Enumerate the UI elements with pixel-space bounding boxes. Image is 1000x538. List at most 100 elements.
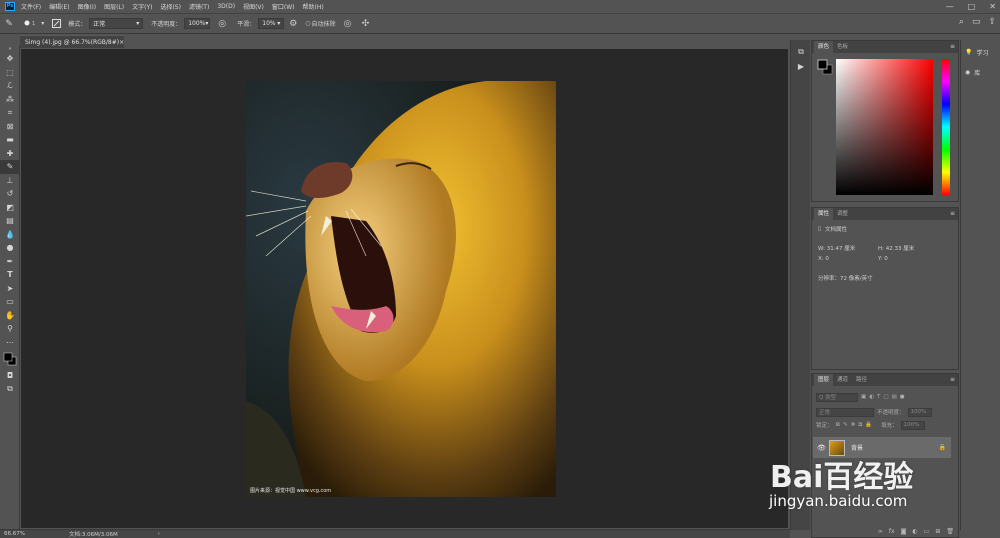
mode-select[interactable]: 正常 ▾ <box>89 18 144 29</box>
stamp-tool-icon[interactable]: ⊥ <box>0 174 20 188</box>
pressure-opacity-icon[interactable]: ◎ <box>216 18 228 30</box>
properties-panel-header: 属性 调整 ≡ <box>812 208 958 220</box>
libraries-panel-button[interactable]: ◉ 库 <box>965 68 980 77</box>
hand-tool-icon[interactable]: ✋ <box>0 309 20 323</box>
brush-panel-icon <box>51 19 61 28</box>
chevron-down-icon[interactable]: ▾ <box>41 20 44 27</box>
filter-shape-icon[interactable]: ▢ <box>883 394 888 400</box>
menu-edit[interactable]: 编辑(E) <box>49 2 69 11</box>
lock-pixels-icon[interactable]: ✎ <box>843 422 848 428</box>
lion-photo[interactable]: 图片来源：视觉中国 www.vcg.com <box>246 81 556 497</box>
close-tab-icon[interactable]: × <box>119 39 124 46</box>
frame-tool-icon[interactable]: ⊠ <box>0 120 20 134</box>
menu-image[interactable]: 图像(I) <box>78 2 96 11</box>
tab-channels[interactable]: 通道 <box>833 374 852 386</box>
eraser-tool-icon[interactable]: ◩ <box>0 201 20 215</box>
marquee-tool-icon[interactable]: ⬚ <box>0 66 20 80</box>
menu-file[interactable]: 文件(F) <box>21 2 41 11</box>
hue-slider[interactable] <box>942 59 950 195</box>
layer-mask-icon[interactable]: ◙ <box>901 528 907 535</box>
actions-play-icon[interactable]: ▶ <box>791 59 811 73</box>
lock-artboard-icon[interactable]: ⧉ <box>858 422 862 429</box>
share-icon[interactable]: ⇪ <box>988 17 996 27</box>
path-selection-tool-icon[interactable]: ➤ <box>0 282 20 296</box>
magic-wand-tool-icon[interactable]: ⁂ <box>0 93 20 107</box>
lock-transparent-icon[interactable]: ⊠ <box>836 422 841 428</box>
gear-icon[interactable]: ⚙ <box>287 18 299 30</box>
status-menu-arrow[interactable]: › <box>158 531 160 537</box>
color-picker-field[interactable] <box>836 59 933 195</box>
menu-3d[interactable]: 3D(D) <box>217 3 235 10</box>
menu-view[interactable]: 视图(V) <box>243 2 264 11</box>
rectangle-tool-icon[interactable]: ▭ <box>0 295 20 309</box>
panel-menu-icon[interactable]: ≡ <box>950 210 955 217</box>
blend-mode-select[interactable]: 正常 <box>816 407 874 417</box>
zoom-level[interactable]: 66.67% <box>4 531 44 537</box>
tab-swatches[interactable]: 色板 <box>833 41 852 53</box>
libraries-icon: ◉ <box>965 69 971 76</box>
gradient-tool-icon[interactable]: ▤ <box>0 214 20 228</box>
menu-filter[interactable]: 滤镜(T) <box>189 2 209 11</box>
panel-menu-icon[interactable]: ≡ <box>950 43 955 50</box>
color-swatches-icon[interactable] <box>0 349 20 369</box>
dodge-tool-icon[interactable]: ● <box>0 241 20 255</box>
type-tool-icon[interactable]: T <box>0 268 20 282</box>
blur-tool-icon[interactable]: 💧 <box>0 228 20 242</box>
auto-erase-checkbox[interactable]: ○ <box>305 20 310 27</box>
move-tool-icon[interactable]: ✥ <box>0 52 20 66</box>
foreground-background-swatch[interactable] <box>817 59 833 75</box>
crop-tool-icon[interactable]: ⌗ <box>0 106 20 120</box>
pressure-size-icon[interactable]: ◎ <box>342 18 354 30</box>
tab-paths[interactable]: 路径 <box>852 374 871 386</box>
tab-properties[interactable]: 属性 <box>814 208 834 220</box>
layer-kind-select[interactable]: Q 类型 <box>816 392 858 402</box>
brush-settings-icon[interactable] <box>50 18 62 30</box>
tab-layers[interactable]: 图层 <box>814 374 834 386</box>
menu-layer[interactable]: 图层(L) <box>104 2 124 11</box>
ruler-tool-icon[interactable]: ▬ <box>0 133 20 147</box>
opacity-input[interactable]: 100% ▾ <box>184 18 211 29</box>
adjustment-layer-icon[interactable]: ◐ <box>912 528 917 535</box>
filter-toggle-icon[interactable]: ● <box>900 394 905 400</box>
panel-menu-icon[interactable]: ≡ <box>950 376 955 383</box>
tab-color[interactable]: 颜色 <box>814 41 834 53</box>
learn-panel-button[interactable]: 💡 学习 <box>965 48 989 57</box>
document-tab[interactable]: Simg (4).jpg @ 66.7%(RGB/8#) × <box>20 35 124 48</box>
history-brush-tool-icon[interactable]: ↺ <box>0 187 20 201</box>
more-tools-icon[interactable]: ⋯ <box>0 336 20 350</box>
lasso-tool-icon[interactable]: ℒ <box>0 79 20 93</box>
delete-layer-icon[interactable]: 🗑 <box>946 528 954 535</box>
search-icon[interactable]: ⌕ <box>959 17 964 27</box>
pencil-tool-icon[interactable]: ✎ <box>0 160 20 174</box>
minimize-button[interactable]: — <box>946 2 954 11</box>
screen-mode-icon[interactable]: ⧉ <box>0 383 20 397</box>
pencil-tool-icon[interactable]: ✎ <box>3 18 15 30</box>
lock-all-icon[interactable]: 🔒 <box>865 422 872 428</box>
tab-adjustments[interactable]: 调整 <box>833 208 852 220</box>
smooth-input[interactable]: 10% ▾ <box>258 18 285 29</box>
menu-type[interactable]: 文字(Y) <box>132 2 152 11</box>
history-panel-icon[interactable]: ⧉ <box>791 45 811 59</box>
layer-style-icon[interactable]: fx <box>889 528 895 535</box>
menu-select[interactable]: 选择(S) <box>160 2 181 11</box>
healing-brush-tool-icon[interactable]: ✚ <box>0 147 20 161</box>
symmetry-icon[interactable]: ✣ <box>360 18 372 30</box>
new-layer-icon[interactable]: ⊞ <box>935 528 940 535</box>
zoom-tool-icon[interactable]: ⚲ <box>0 322 20 336</box>
filter-adjust-icon[interactable]: ◐ <box>869 394 874 400</box>
menu-help[interactable]: 帮助(H) <box>303 2 324 11</box>
lock-position-icon[interactable]: ✥ <box>851 422 856 428</box>
fill-input[interactable]: 100% <box>900 420 925 430</box>
filter-smart-icon[interactable]: ▤ <box>892 394 897 400</box>
menu-window[interactable]: 窗口(W) <box>272 2 295 11</box>
close-button[interactable]: ✕ <box>989 2 996 11</box>
filter-pixel-icon[interactable]: ▣ <box>861 394 866 400</box>
link-layers-icon[interactable]: ∞ <box>878 528 883 535</box>
quick-mask-icon[interactable]: ◘ <box>0 369 20 383</box>
pen-tool-icon[interactable]: ✒ <box>0 255 20 269</box>
workspace-icon[interactable]: ▭ <box>972 17 981 27</box>
maximize-button[interactable]: □ <box>968 2 976 11</box>
filter-type-icon[interactable]: T <box>877 394 880 400</box>
new-group-icon[interactable]: ▭ <box>924 528 930 535</box>
layer-opacity-input[interactable]: 100% <box>907 407 932 417</box>
